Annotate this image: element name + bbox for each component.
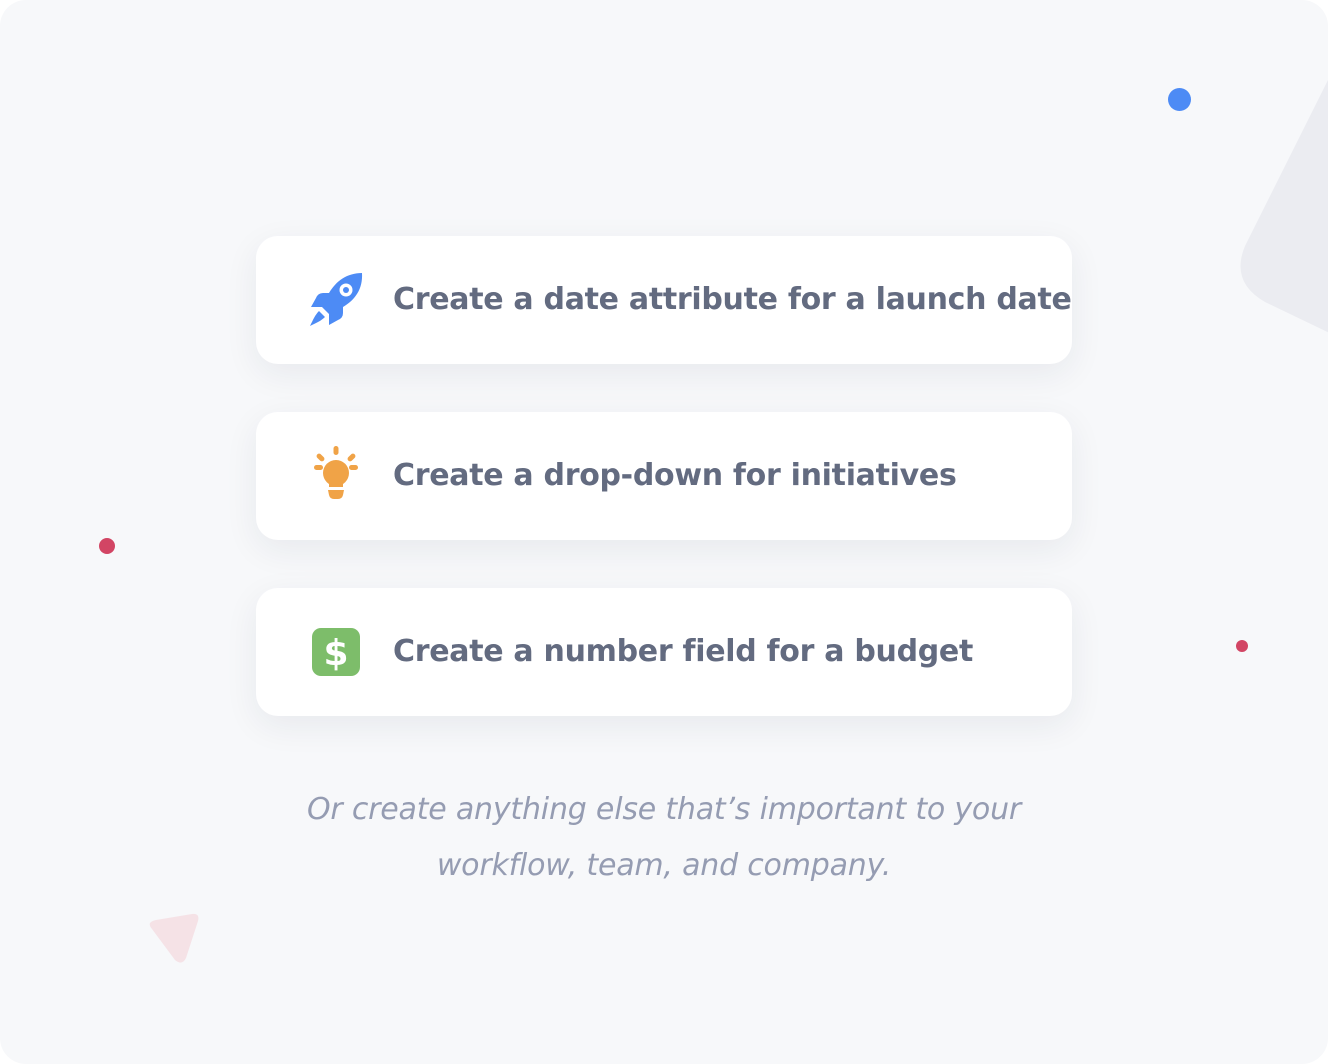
option-card-budget[interactable]: $ Create a number field for a budget [256,588,1072,716]
rocket-icon [306,270,366,330]
decorative-blue-dot [1168,88,1191,111]
decorative-red-dot-small [1236,640,1248,652]
option-label-budget: Create a number field for a budget [393,634,974,669]
dollar-icon: $ [306,622,366,682]
option-label-initiatives: Create a drop-down for initiatives [393,458,957,493]
decorative-grey-shape [1225,60,1328,360]
footer-note: Or create anything else that’s important… [256,782,1072,894]
footer-note-line-2: workflow, team, and company. [436,848,892,883]
option-card-launch-date[interactable]: Create a date attribute for a launch dat… [256,236,1072,364]
option-card-initiatives[interactable]: Create a drop-down for initiatives [256,412,1072,540]
decorative-pink-triangle [140,905,206,971]
lightbulb-icon [306,446,366,506]
decorative-red-dot [99,538,115,554]
onboarding-panel: Create a date attribute for a launch dat… [0,0,1328,1064]
footer-note-line-1: Or create anything else that’s important… [306,792,1022,827]
option-label-launch-date: Create a date attribute for a launch dat… [393,282,1072,317]
svg-text:$: $ [323,633,348,674]
